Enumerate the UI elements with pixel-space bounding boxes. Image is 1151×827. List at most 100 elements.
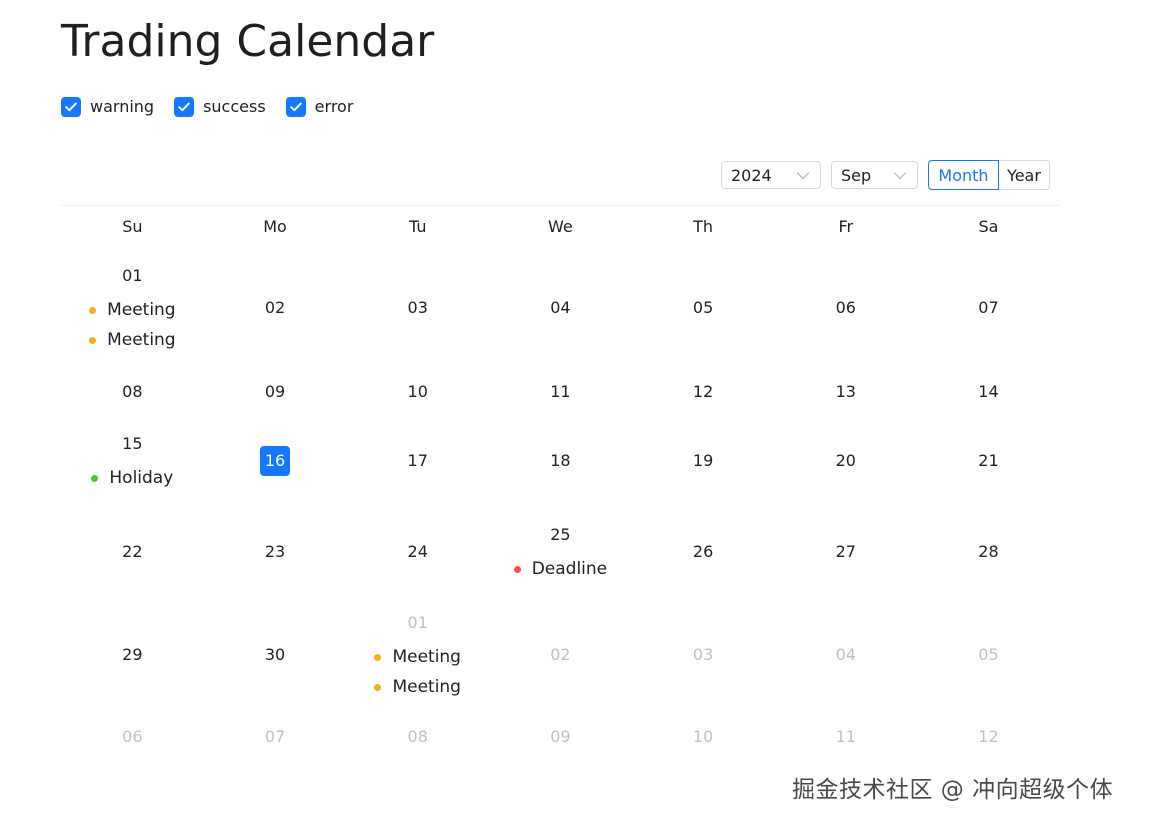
day-number[interactable]: 05 <box>973 640 1003 670</box>
calendar-cell[interactable]: 25 Deadline <box>489 520 632 584</box>
day-number[interactable]: 02 <box>260 293 290 323</box>
calendar-cell[interactable]: 04 <box>774 640 917 670</box>
day-number[interactable]: 03 <box>688 640 718 670</box>
calendar-cell[interactable]: 19 <box>632 446 775 476</box>
day-number[interactable]: 11 <box>545 377 575 407</box>
day-number[interactable]: 01 <box>117 261 147 291</box>
day-number[interactable]: 24 <box>403 537 433 567</box>
calendar-cell[interactable]: 26 <box>632 537 775 567</box>
calendar-cell[interactable]: 22 <box>61 537 204 567</box>
calendar-cell[interactable]: 05 <box>917 640 1060 670</box>
event-item[interactable]: Meeting <box>374 672 461 702</box>
day-number[interactable]: 26 <box>688 537 718 567</box>
calendar-cell[interactable]: 01 Meeting Meeting <box>346 608 489 702</box>
calendar-cell[interactable]: 28 <box>917 537 1060 567</box>
event-item[interactable]: Deadline <box>513 554 607 584</box>
calendar-cell[interactable]: 21 <box>917 446 1060 476</box>
day-number[interactable]: 30 <box>260 640 290 670</box>
day-number[interactable]: 17 <box>403 446 433 476</box>
calendar-cell[interactable]: 06 <box>61 722 204 752</box>
calendar-cell[interactable]: 08 <box>61 377 204 407</box>
day-number[interactable]: 01 <box>403 608 433 638</box>
calendar-cell[interactable]: 11 <box>774 722 917 752</box>
calendar-cell[interactable]: 05 <box>632 293 775 323</box>
calendar-cell[interactable]: 09 <box>489 722 632 752</box>
day-number[interactable]: 25 <box>545 520 575 550</box>
day-number[interactable]: 21 <box>973 446 1003 476</box>
calendar-cell[interactable]: 30 <box>204 640 347 670</box>
filter-warning[interactable]: warning <box>61 96 154 118</box>
calendar-cell[interactable]: 10 <box>346 377 489 407</box>
filter-error[interactable]: error <box>285 96 353 118</box>
calendar-cell[interactable]: 01 Meeting Meeting <box>61 261 204 355</box>
day-number[interactable]: 18 <box>545 446 575 476</box>
day-number[interactable]: 19 <box>688 446 718 476</box>
calendar-cell[interactable]: 10 <box>632 722 775 752</box>
day-number[interactable]: 20 <box>831 446 861 476</box>
day-number[interactable]: 27 <box>831 537 861 567</box>
mode-month-button[interactable]: Month <box>928 160 999 190</box>
calendar-cell[interactable]: 20 <box>774 446 917 476</box>
day-number[interactable]: 05 <box>688 293 718 323</box>
day-number[interactable]: 06 <box>831 293 861 323</box>
filter-success[interactable]: success <box>174 96 266 118</box>
day-number[interactable]: 06 <box>117 722 147 752</box>
calendar-cell[interactable]: 08 <box>346 722 489 752</box>
calendar-cell[interactable]: 24 <box>346 537 489 567</box>
calendar-cell[interactable]: 13 <box>774 377 917 407</box>
event-item[interactable]: Meeting <box>374 642 461 672</box>
checkbox-checked-icon[interactable] <box>285 97 306 117</box>
day-number[interactable]: 09 <box>260 377 290 407</box>
event-item[interactable]: Meeting <box>89 325 176 355</box>
day-number[interactable]: 28 <box>973 537 1003 567</box>
calendar-cell[interactable]: 03 <box>346 293 489 323</box>
day-number[interactable]: 08 <box>117 377 147 407</box>
checkbox-checked-icon[interactable] <box>174 97 195 117</box>
calendar-cell[interactable]: 16 <box>204 446 347 476</box>
event-item[interactable]: Meeting <box>89 295 176 325</box>
calendar-cell[interactable]: 12 <box>917 722 1060 752</box>
checkbox-checked-icon[interactable] <box>61 97 81 117</box>
day-number[interactable]: 12 <box>688 377 718 407</box>
day-number[interactable]: 14 <box>973 377 1003 407</box>
calendar-cell[interactable]: 07 <box>204 722 347 752</box>
calendar-cell[interactable]: 18 <box>489 446 632 476</box>
day-number[interactable]: 15 <box>117 429 147 459</box>
today-date[interactable]: 16 <box>260 446 291 476</box>
day-number[interactable]: 11 <box>831 722 861 752</box>
day-number[interactable]: 10 <box>403 377 433 407</box>
day-number[interactable]: 29 <box>117 640 147 670</box>
year-select[interactable]: 2024 <box>721 161 821 189</box>
day-number[interactable]: 09 <box>545 722 575 752</box>
calendar-cell[interactable]: 11 <box>489 377 632 407</box>
day-number[interactable]: 08 <box>403 722 433 752</box>
calendar-cell[interactable]: 23 <box>204 537 347 567</box>
day-number[interactable]: 03 <box>403 293 433 323</box>
calendar-cell[interactable]: 03 <box>632 640 775 670</box>
event-item[interactable]: Holiday <box>91 463 173 493</box>
calendar-cell[interactable]: 02 <box>489 640 632 670</box>
calendar-cell[interactable]: 27 <box>774 537 917 567</box>
day-number[interactable]: 07 <box>260 722 290 752</box>
calendar-cell[interactable]: 14 <box>917 377 1060 407</box>
day-number[interactable]: 07 <box>973 293 1003 323</box>
day-number[interactable]: 22 <box>117 537 147 567</box>
month-select[interactable]: Sep <box>831 161 918 189</box>
day-number[interactable]: 04 <box>545 293 575 323</box>
day-number[interactable]: 23 <box>260 537 290 567</box>
calendar-cell[interactable]: 06 <box>774 293 917 323</box>
calendar-cell[interactable]: 07 <box>917 293 1060 323</box>
day-number[interactable]: 13 <box>831 377 861 407</box>
calendar-cell[interactable]: 29 <box>61 640 204 670</box>
calendar-cell[interactable]: 12 <box>632 377 775 407</box>
day-number[interactable]: 12 <box>973 722 1003 752</box>
mode-year-button[interactable]: Year <box>999 160 1050 190</box>
calendar-cell[interactable]: 09 <box>204 377 347 407</box>
calendar-cell[interactable]: 17 <box>346 446 489 476</box>
day-number[interactable]: 10 <box>688 722 718 752</box>
day-number[interactable]: 04 <box>831 640 861 670</box>
day-number[interactable]: 02 <box>545 640 575 670</box>
calendar-cell[interactable]: 04 <box>489 293 632 323</box>
calendar-cell[interactable]: 02 <box>204 293 347 323</box>
calendar-cell[interactable]: 15 Holiday <box>61 429 204 493</box>
